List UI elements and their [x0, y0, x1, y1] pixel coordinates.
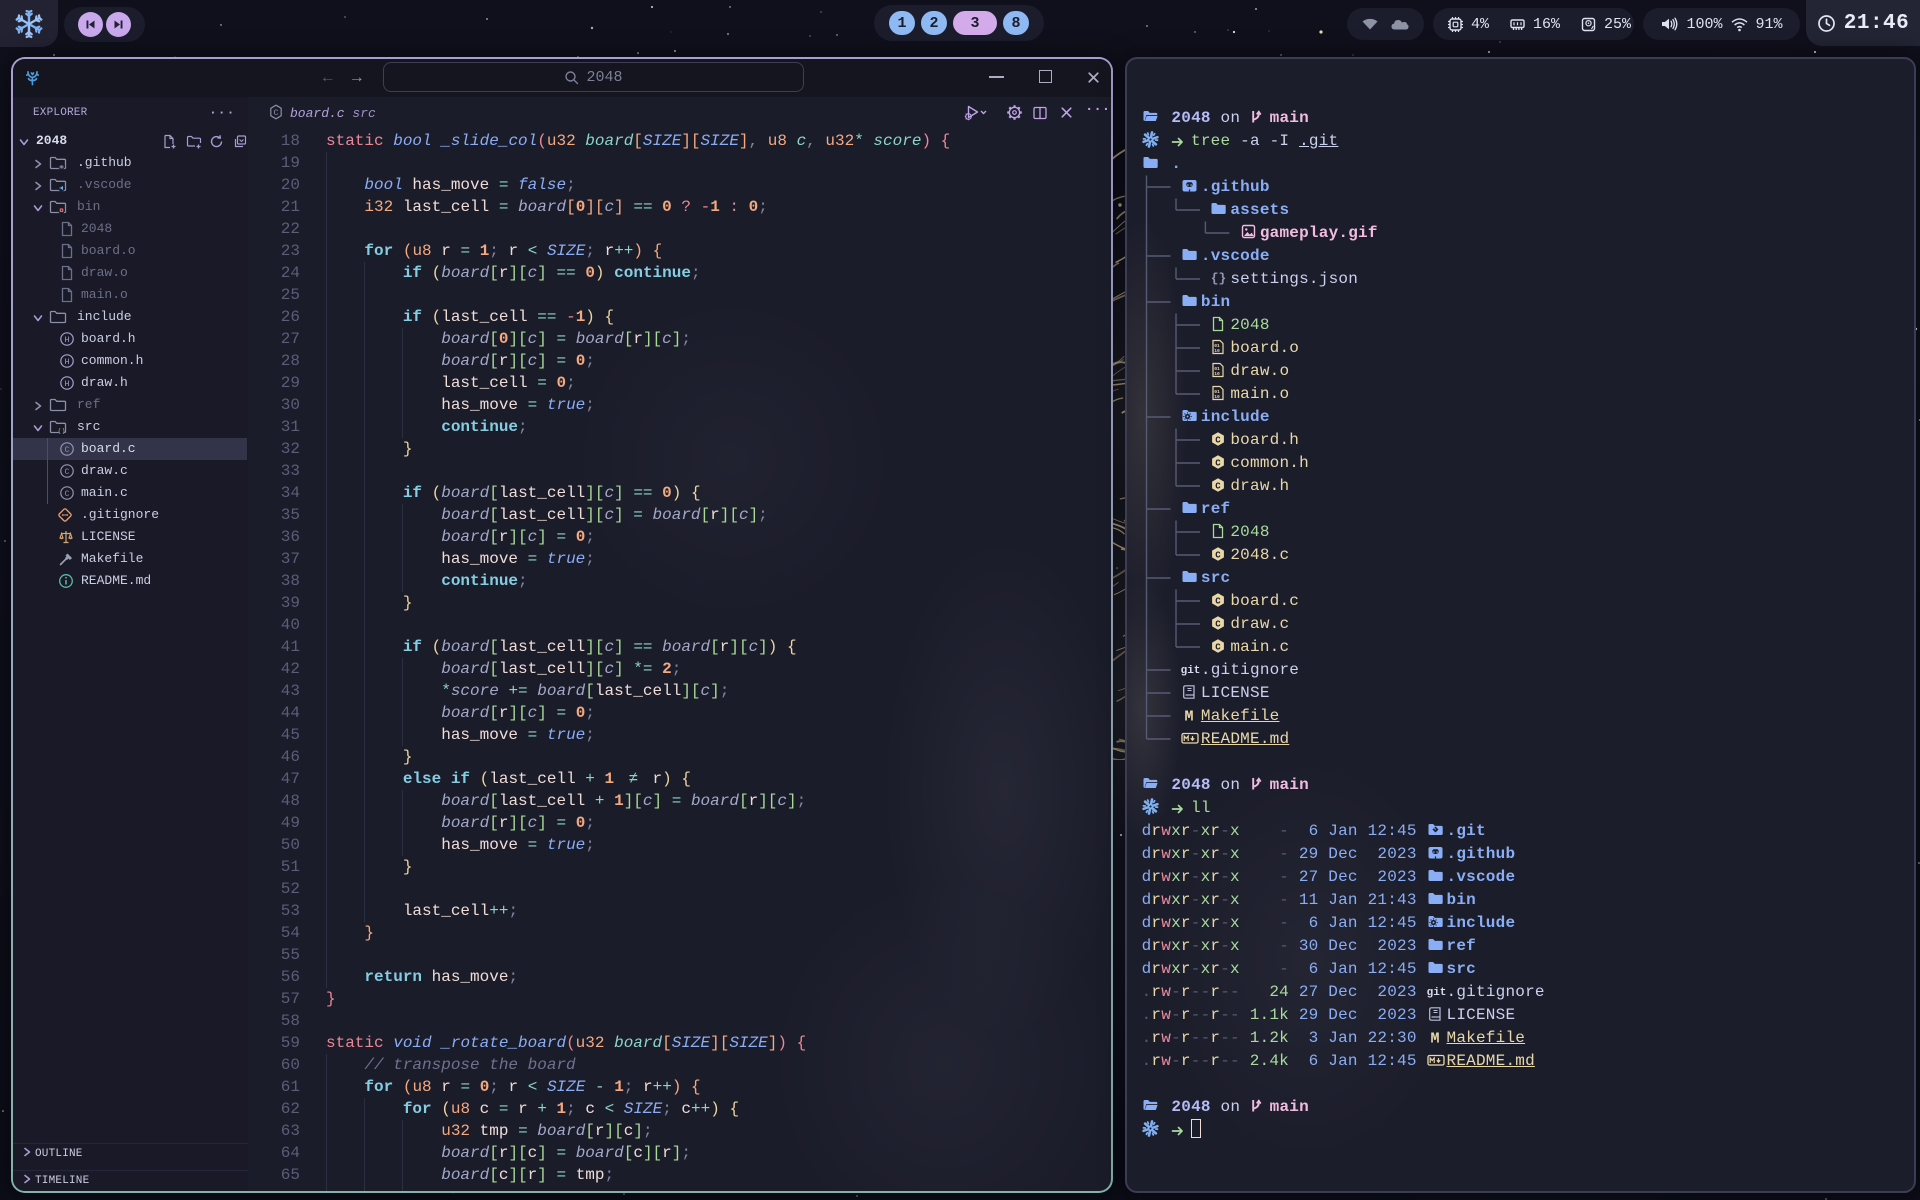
- svg-text:M: M: [1430, 1030, 1439, 1045]
- svg-text:C: C: [1216, 596, 1222, 606]
- svg-text:10: 10: [1215, 371, 1221, 377]
- svg-text:C: C: [1216, 481, 1222, 491]
- svg-text:M: M: [1184, 708, 1193, 723]
- svg-text:C: C: [1216, 642, 1222, 652]
- svg-text:{}: {}: [1211, 271, 1227, 286]
- svg-text:git: git: [1181, 665, 1200, 677]
- svg-text:C: C: [1216, 435, 1222, 445]
- svg-text:C: C: [1216, 619, 1222, 629]
- svg-text:10: 10: [1215, 348, 1221, 354]
- svg-text:C: C: [1216, 550, 1222, 560]
- svg-text:C: C: [273, 108, 278, 118]
- svg-text:C: C: [1216, 458, 1222, 468]
- svg-text:git: git: [1427, 987, 1446, 999]
- svg-text:10: 10: [1215, 394, 1221, 400]
